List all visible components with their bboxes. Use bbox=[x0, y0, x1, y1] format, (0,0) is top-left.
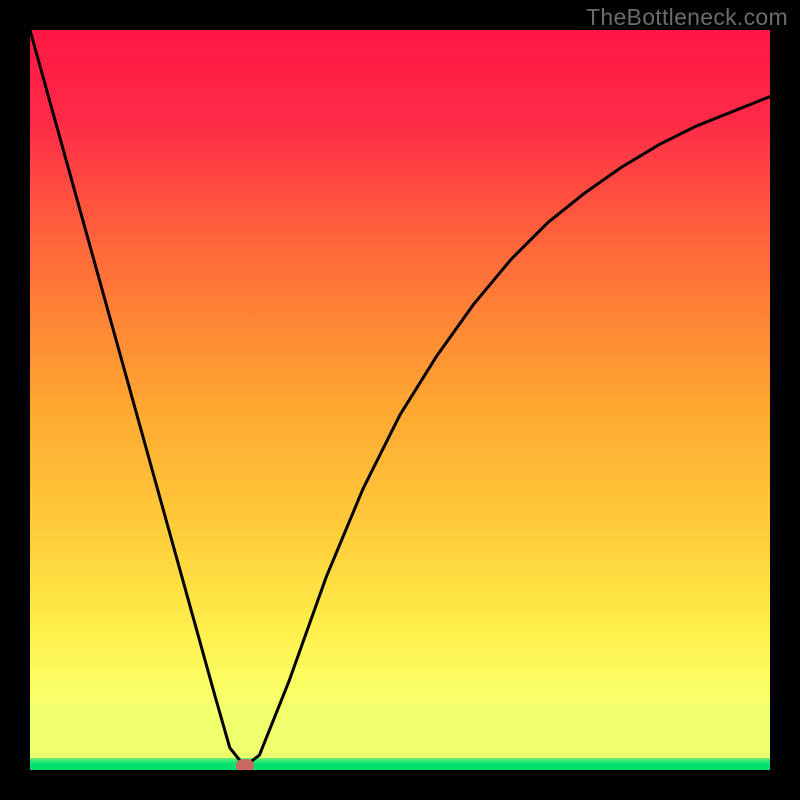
highlight-band-green bbox=[30, 758, 770, 770]
gradient-rect bbox=[30, 30, 770, 770]
minimum-marker bbox=[236, 759, 254, 770]
watermark-text: TheBottleneck.com bbox=[586, 4, 788, 31]
gradient-background bbox=[30, 30, 770, 770]
highlight-band-yellow bbox=[30, 688, 770, 758]
plot-area bbox=[30, 30, 770, 770]
chart-frame: TheBottleneck.com bbox=[0, 0, 800, 800]
